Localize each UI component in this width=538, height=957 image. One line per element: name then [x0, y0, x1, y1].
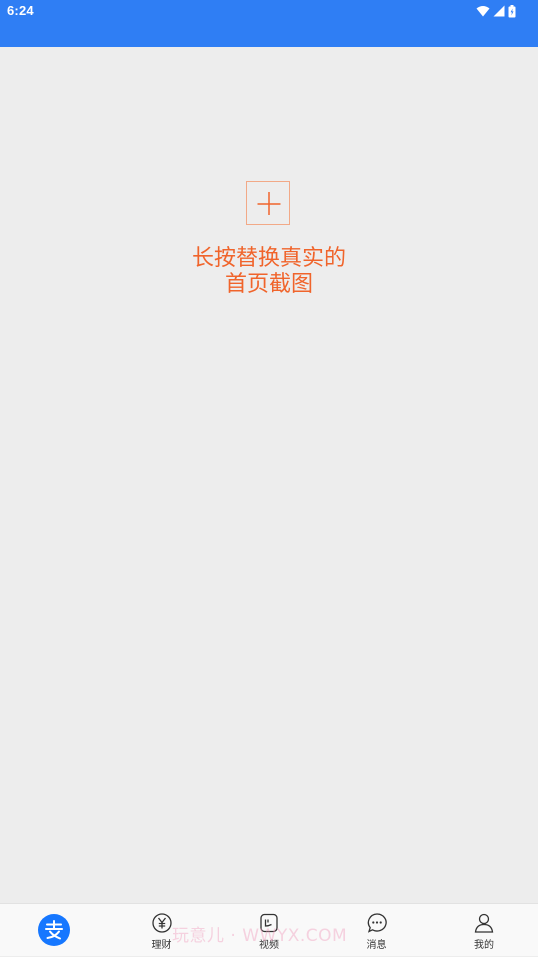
tab-video-label: 视频	[259, 940, 279, 951]
message-icon	[366, 912, 388, 938]
video-icon	[258, 912, 280, 938]
add-screenshot-button[interactable]	[246, 181, 290, 225]
person-icon	[473, 912, 495, 938]
replace-hint: 长按替换真实的 首页截图	[0, 246, 538, 298]
tab-me[interactable]: 我的	[430, 904, 538, 957]
tab-messages-label: 消息	[366, 940, 387, 951]
wifi-icon	[476, 5, 490, 17]
status-time: 6:24	[7, 3, 34, 18]
status-bar: 6:24	[0, 0, 538, 47]
status-icons	[476, 4, 516, 18]
main-content: 长按替换真实的 首页截图	[0, 47, 538, 903]
hint-line-2: 首页截图	[224, 272, 313, 297]
yen-icon	[151, 912, 173, 938]
alipay-logo-icon	[38, 914, 70, 946]
tab-home[interactable]	[0, 904, 108, 957]
tab-me-label: 我的	[474, 940, 494, 951]
bottom-tab-bar: 理财 视频 消息 我的	[0, 903, 538, 956]
tab-finance[interactable]: 理财	[108, 904, 215, 957]
tab-video[interactable]: 视频	[215, 904, 323, 957]
battery-icon	[508, 4, 516, 18]
tab-finance-label: 理财	[151, 940, 172, 951]
tab-messages[interactable]: 消息	[323, 904, 430, 957]
hint-line-1: 长按替换真实的	[191, 246, 346, 271]
signal-icon	[493, 5, 505, 17]
